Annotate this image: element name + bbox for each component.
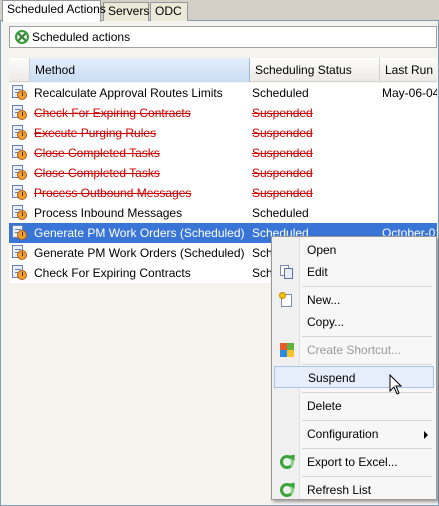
- scheduled-task-icon: [12, 125, 28, 141]
- cell-scheduling-status: Scheduled: [252, 86, 309, 100]
- cell-scheduling-status: Suspended: [252, 106, 313, 120]
- new-item-icon: [279, 292, 295, 308]
- menu-item-export-to-excel[interactable]: Export to Excel...: [274, 451, 434, 473]
- cell-method: Process Outbound Messages: [34, 186, 192, 200]
- table-row[interactable]: Close Completed Tasks Suspended: [9, 163, 437, 183]
- cell-scheduling-status: Suspended: [252, 186, 313, 200]
- table-row[interactable]: Execute Purging Rules Suspended: [9, 123, 437, 143]
- menu-item-refresh-list[interactable]: Refresh List: [274, 479, 434, 501]
- scheduled-task-icon: [12, 225, 28, 241]
- scheduled-task-icon: [12, 185, 28, 201]
- menu-item-create-shortcut: Create Shortcut...: [274, 339, 434, 361]
- menu-item-new[interactable]: New...: [274, 289, 434, 311]
- table-row[interactable]: Recalculate Approval Routes Limits Schedu…: [9, 83, 437, 103]
- menu-separator: [302, 392, 432, 393]
- menu-item-edit[interactable]: Edit: [274, 261, 434, 283]
- table-row[interactable]: Close Completed Tasks Suspended: [9, 143, 437, 163]
- scheduled-task-icon: [12, 165, 28, 181]
- scheduled-task-icon: [12, 245, 28, 261]
- menu-item-edit-label: Edit: [307, 265, 328, 279]
- table-row[interactable]: Check For Expiring Contracts Suspended: [9, 103, 437, 123]
- refresh-icon: [279, 480, 298, 498]
- scheduled-actions-icon: [15, 30, 29, 44]
- menu-item-configuration-label: Configuration: [307, 427, 379, 441]
- cell-method: Check For Expiring Contracts: [34, 106, 191, 120]
- menu-item-new-label: New...: [307, 293, 341, 307]
- cell-scheduling-status: Suspended: [252, 146, 313, 160]
- panel-title: Scheduled actions: [32, 30, 131, 44]
- menu-separator: [302, 286, 432, 287]
- menu-item-delete-label: Delete: [307, 399, 342, 413]
- menu-separator: [302, 364, 432, 365]
- context-menu: Open Edit New... Copy... Create Shortcut…: [271, 236, 437, 500]
- tab-servers[interactable]: Servers: [103, 2, 149, 21]
- menu-separator: [302, 420, 432, 421]
- cell-scheduling-status: Scheduled: [252, 206, 309, 220]
- cell-last-run: May-06-04 a: [382, 86, 437, 100]
- cell-scheduling-status: Suspended: [252, 126, 313, 140]
- menu-separator: [302, 336, 432, 337]
- table-row[interactable]: Process Outbound Messages Suspended: [9, 183, 437, 203]
- scheduled-task-icon: [12, 145, 28, 161]
- menu-item-open[interactable]: Open: [274, 239, 434, 261]
- scheduled-task-icon: [12, 265, 28, 281]
- cell-method: Execute Purging Rules: [34, 126, 157, 140]
- column-header-scheduling-status[interactable]: Scheduling Status: [250, 58, 380, 82]
- refresh-arrows-icon: [279, 452, 298, 470]
- menu-item-delete[interactable]: Delete: [274, 395, 434, 417]
- tab-scheduled-actions[interactable]: Scheduled Actions: [2, 0, 106, 22]
- mouse-pointer-icon: [389, 374, 403, 395]
- edit-icon: [279, 264, 295, 280]
- cell-method: Process Inbound Messages: [34, 206, 183, 220]
- cell-method: Close Completed Tasks: [34, 166, 160, 180]
- column-header-icon[interactable]: [9, 58, 30, 82]
- column-header-method[interactable]: Method: [30, 58, 250, 82]
- scheduled-task-icon: [12, 85, 28, 101]
- menu-item-suspend[interactable]: Suspend: [274, 366, 434, 388]
- menu-item-export-label: Export to Excel...: [307, 455, 398, 469]
- table-row[interactable]: Process Inbound Messages Scheduled: [9, 203, 437, 223]
- column-header-last-run[interactable]: Last Run O: [380, 58, 437, 82]
- cell-method: Generate PM Work Orders (Scheduled): [34, 246, 245, 260]
- menu-item-suspend-label: Suspend: [308, 371, 356, 385]
- tab-odc[interactable]: ODC: [150, 2, 188, 21]
- scheduled-task-icon: [12, 205, 28, 221]
- menu-item-copy-label: Copy...: [307, 315, 345, 329]
- column-header-row: Method Scheduling Status Last Run O: [9, 58, 437, 82]
- submenu-arrow-icon: [424, 431, 428, 439]
- menu-separator: [302, 448, 432, 449]
- tab-bar: Scheduled Actions Servers ODC: [0, 0, 439, 22]
- menu-item-create-shortcut-label: Create Shortcut...: [307, 343, 402, 357]
- cell-method: Close Completed Tasks: [34, 146, 160, 160]
- menu-item-configuration[interactable]: Configuration: [274, 423, 434, 445]
- menu-item-copy[interactable]: Copy...: [274, 311, 434, 333]
- panel-header: Scheduled actions: [9, 26, 437, 48]
- cell-method: Generate PM Work Orders (Scheduled): [34, 226, 245, 240]
- menu-item-open-label: Open: [307, 243, 337, 257]
- menu-item-refresh-label: Refresh List: [307, 483, 372, 497]
- cell-scheduling-status: Suspended: [252, 166, 313, 180]
- windows-icon: [279, 342, 295, 358]
- cell-method: Check For Expiring Contracts: [34, 266, 191, 280]
- menu-separator: [302, 476, 432, 477]
- cell-method: Recalculate Approval Routes Limits: [34, 86, 223, 100]
- scheduled-task-icon: [12, 105, 28, 121]
